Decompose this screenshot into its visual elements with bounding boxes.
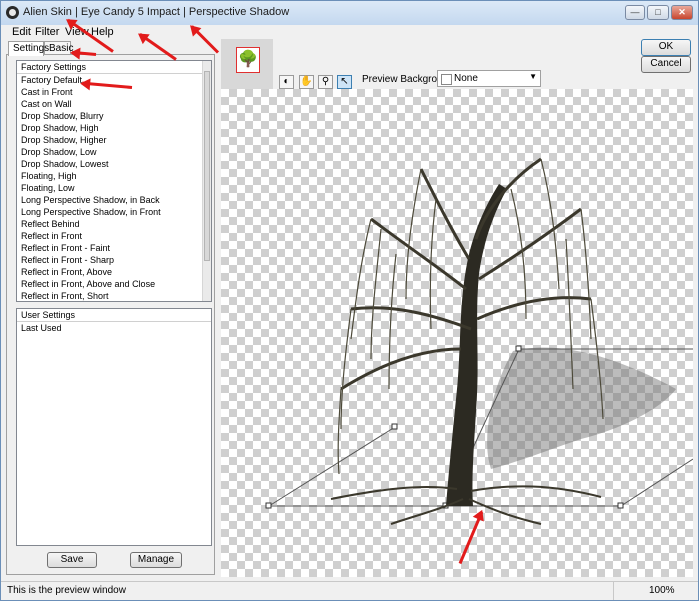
navigator-thumbnail[interactable]: 🌳 — [221, 39, 273, 89]
list-item[interactable]: Floating, Low — [17, 182, 211, 194]
pointer-tool-icon[interactable]: ↖ — [337, 75, 352, 89]
zoom-tool-icon[interactable]: ⚲ — [318, 75, 333, 89]
compare-tool-icon[interactable]: ◐ — [279, 75, 294, 89]
zoom-level: 100% — [649, 585, 675, 596]
list-item[interactable]: Drop Shadow, Blurry — [17, 110, 211, 122]
preview-image — [265, 157, 693, 525]
ok-button[interactable]: OK — [641, 39, 691, 56]
maximize-icon[interactable]: □ — [647, 5, 669, 20]
dropdown-arrow-icon: ▼ — [529, 72, 537, 81]
status-bar: This is the preview window 100% — [1, 581, 698, 600]
window-title: Alien Skin | Eye Candy 5 Impact | Perspe… — [23, 6, 290, 18]
list-item[interactable]: Reflect in Front, Above — [17, 266, 211, 278]
status-divider — [613, 582, 614, 600]
cancel-button[interactable]: Cancel — [641, 56, 691, 73]
status-message: This is the preview window — [7, 585, 126, 596]
main-window: Alien Skin | Eye Candy 5 Impact | Perspe… — [0, 0, 699, 601]
tree-shadow — [487, 347, 676, 469]
hand-tool-icon[interactable]: ✋ — [299, 75, 314, 89]
manage-button[interactable]: Manage — [130, 552, 182, 568]
list-item[interactable]: Drop Shadow, Low — [17, 146, 211, 158]
user-settings-header: User Settings — [17, 309, 211, 322]
list-item[interactable]: Reflect Behind — [17, 218, 211, 230]
list-item[interactable]: Cast in Front — [17, 86, 211, 98]
list-item[interactable]: Reflect in Front, Short — [17, 290, 211, 301]
menu-edit[interactable]: Edit — [12, 26, 31, 38]
factory-list-scrollbar[interactable] — [202, 61, 211, 301]
list-item[interactable]: Reflect in Front, Above and Close — [17, 278, 211, 290]
tab-settings[interactable]: Settings — [8, 41, 49, 56]
minimize-icon[interactable]: — — [625, 5, 645, 20]
list-item[interactable]: Long Perspective Shadow, in Front — [17, 206, 211, 218]
tree-image — [330, 157, 604, 525]
preview-background-select[interactable]: None ▼ — [437, 70, 541, 87]
list-item[interactable]: Reflect in Front — [17, 230, 211, 242]
user-settings-list[interactable]: User Settings Last Used — [16, 308, 212, 546]
list-item[interactable]: Reflect in Front - Faint — [17, 242, 211, 254]
preview-background-value: None — [454, 73, 478, 84]
menu-bar: Edit Filter View Help — [1, 25, 698, 40]
list-item[interactable]: Drop Shadow, Higher — [17, 134, 211, 146]
list-item[interactable]: Drop Shadow, High — [17, 122, 211, 134]
scrollbar-thumb[interactable] — [204, 71, 210, 261]
list-item[interactable]: Reflect in Front - Sharp — [17, 254, 211, 266]
factory-settings-header: Factory Settings — [17, 61, 211, 74]
title-bar: Alien Skin | Eye Candy 5 Impact | Perspe… — [1, 1, 698, 25]
settings-panel: Factory Settings Factory Default Cast in… — [6, 54, 215, 575]
color-swatch-icon — [441, 74, 452, 85]
list-item[interactable]: Drop Shadow, Lowest — [17, 158, 211, 170]
app-icon[interactable] — [6, 6, 19, 19]
save-button[interactable]: Save — [47, 552, 97, 568]
list-item[interactable]: Floating, High — [17, 170, 211, 182]
factory-settings-items: Factory Default Cast in Front Cast on Wa… — [17, 74, 211, 301]
list-item[interactable]: Last Used — [17, 322, 211, 334]
tree-thumbnail-icon: 🌳 — [236, 47, 260, 73]
list-item[interactable]: Cast on Wall — [17, 98, 211, 110]
preview-canvas[interactable] — [221, 89, 693, 577]
menu-filter[interactable]: Filter — [35, 26, 59, 38]
close-icon[interactable]: ✕ — [671, 5, 693, 20]
factory-settings-list[interactable]: Factory Settings Factory Default Cast in… — [16, 60, 212, 302]
list-item[interactable]: Long Perspective Shadow, in Back — [17, 194, 211, 206]
